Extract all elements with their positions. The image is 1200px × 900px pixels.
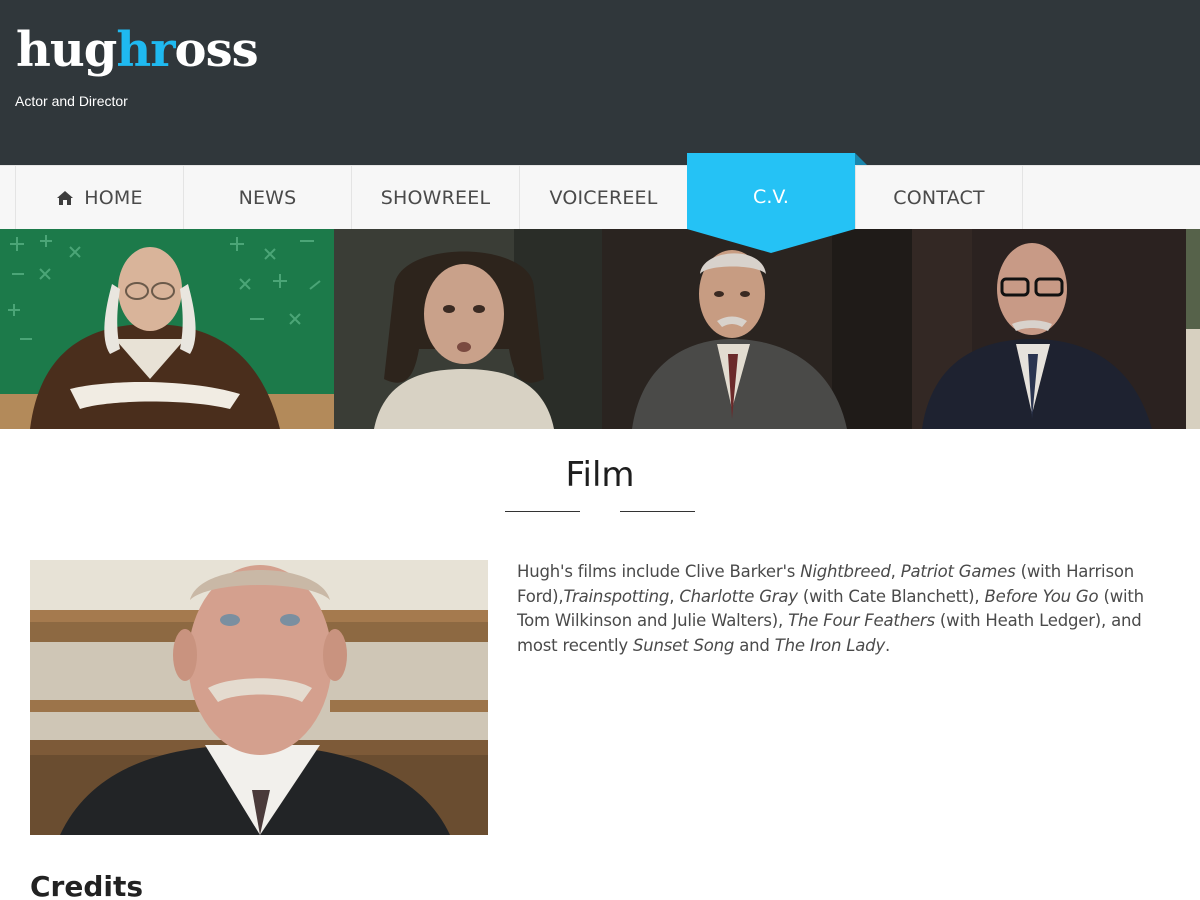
header-banner-image	[0, 229, 1200, 429]
banner-photo-1	[0, 229, 334, 429]
logo-text-part1: hug	[16, 22, 117, 78]
portrait-photo	[30, 560, 488, 835]
site-logo[interactable]: hughross	[16, 22, 259, 78]
film-title: Patriot Games	[900, 562, 1016, 581]
nav-item-label: NEWS	[238, 186, 297, 209]
banner-photo-5	[1186, 229, 1200, 429]
credits-heading: Credits	[30, 870, 144, 900]
desc-text: (with Cate Blanchett),	[797, 586, 985, 606]
nav-item-label: SHOWREEL	[380, 186, 491, 209]
nav-item-news[interactable]: NEWS	[183, 166, 351, 229]
banner-photo-3	[602, 229, 912, 429]
nav-item-contact[interactable]: CONTACT	[855, 166, 1023, 229]
desc-text: .	[885, 635, 891, 655]
section-title: Film	[565, 455, 635, 495]
active-tab-fold	[855, 153, 867, 165]
film-title: The Iron Lady	[774, 635, 886, 655]
site-header: hughross Actor and Director	[0, 0, 1200, 165]
logo-text-part3: oss	[174, 22, 259, 78]
nav-item-home[interactable]: HOME	[15, 166, 183, 229]
desc-text: and	[734, 635, 775, 655]
nav-item-label: C.V.	[753, 186, 789, 208]
site-tagline: Actor and Director	[15, 93, 128, 109]
banner-photo-2	[334, 229, 602, 429]
film-title: Trainspotting	[563, 586, 670, 606]
desc-text: Hugh's films include Clive Barker's	[517, 562, 801, 581]
nav-item-label: HOME	[84, 186, 143, 209]
home-icon	[57, 190, 74, 205]
title-divider-right	[620, 511, 695, 512]
desc-text: ,	[669, 586, 680, 606]
nav-item-label: VOICEREEL	[549, 186, 658, 209]
desc-text: ,	[890, 562, 901, 581]
nav-item-label: CONTACT	[893, 186, 985, 209]
film-title: Charlotte Gray	[679, 586, 798, 606]
banner-photo-4	[912, 229, 1186, 429]
nav-item-voicereel[interactable]: VOICEREEL	[519, 166, 687, 229]
title-divider-left	[505, 511, 580, 512]
logo-text-highlight: hr	[116, 22, 175, 78]
film-title: The Four Feathers	[788, 611, 935, 630]
active-tab-pointer	[687, 229, 855, 253]
nav-item-showreel[interactable]: SHOWREEL	[351, 166, 519, 229]
film-title: Sunset Song	[633, 635, 735, 655]
nav-item-cv[interactable]: C.V.	[687, 153, 867, 253]
film-title: Before You Go	[984, 586, 1099, 606]
film-title: Nightbreed	[800, 562, 891, 581]
main-nav: HOME NEWS SHOWREEL VOICEREEL CONTACT	[0, 165, 1200, 229]
film-description: Hugh's films include Clive Barker's Nigh…	[517, 560, 1167, 658]
